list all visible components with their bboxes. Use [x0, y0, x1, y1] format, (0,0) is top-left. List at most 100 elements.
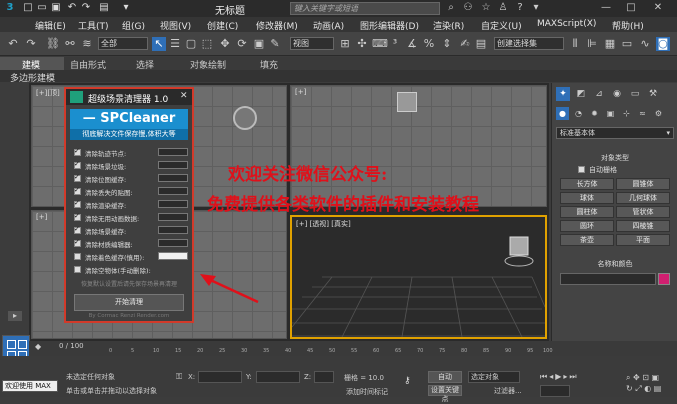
menu-help[interactable]: 帮助(H) [612, 19, 644, 32]
pivot-center-icon[interactable]: ⊞ [338, 37, 352, 51]
option-checkbox[interactable] [74, 238, 81, 247]
selection-filter-select[interactable]: 全部 [98, 37, 148, 50]
ribbon-toggle-icon[interactable]: ▭ [620, 37, 634, 51]
app-logo-icon[interactable]: 3 [4, 2, 16, 14]
menu-views[interactable]: 视图(V) [160, 19, 191, 32]
option-field[interactable] [158, 187, 188, 195]
pyramid-button[interactable]: 四棱锥 [616, 220, 670, 232]
redo-icon[interactable]: ↷ [24, 37, 38, 51]
option-field[interactable] [158, 239, 188, 247]
edit-named-selection-icon[interactable]: ✍ [458, 37, 472, 51]
unlink-icon[interactable]: ⚯ [63, 37, 77, 51]
menu-group[interactable]: 组(G) [122, 19, 145, 32]
menu-animation[interactable]: 动画(A) [313, 19, 344, 32]
bind-spacewarp-icon[interactable]: ≋ [80, 37, 94, 51]
menu-edit[interactable]: 编辑(E) [35, 19, 66, 32]
option-checkbox[interactable] [74, 147, 81, 156]
key-icon[interactable]: ⚷ [404, 376, 422, 386]
viewport-front-label[interactable]: [+] [295, 88, 306, 96]
close-icon[interactable]: ✕ [652, 2, 664, 14]
helpers-icon[interactable]: ⊹ [620, 107, 633, 120]
layer-explorer-icon[interactable]: ▦ [603, 37, 617, 51]
cameras-icon[interactable]: ▣ [604, 107, 617, 120]
auto-key-button[interactable]: 自动 [428, 371, 462, 383]
angle-snap-icon[interactable]: ∡ [405, 37, 419, 51]
option-row[interactable]: 清除轨迹节点: [74, 147, 192, 158]
option-field[interactable] [158, 213, 188, 221]
align-icon[interactable]: ⊫ [585, 37, 599, 51]
option-checkbox[interactable] [74, 212, 81, 221]
option-field[interactable] [158, 161, 188, 169]
select-scale-icon[interactable]: ▣ [252, 37, 266, 51]
open-folder-icon[interactable]: ▭ [36, 2, 48, 14]
window-crossing-icon[interactable]: ⬚ [200, 37, 214, 51]
name-color-title[interactable]: 名称和颜色 [558, 259, 672, 269]
start-clean-button[interactable]: 开始清理 [74, 294, 184, 311]
mirror-icon[interactable]: ⫴ [568, 37, 582, 51]
placement-icon[interactable]: ✎ [268, 37, 282, 51]
cone-button[interactable]: 圆锥体 [616, 178, 670, 190]
current-frame-field[interactable] [540, 385, 570, 397]
option-checkbox[interactable] [74, 253, 81, 260]
project-folder-icon[interactable]: ▤ [98, 2, 110, 14]
add-time-tag[interactable]: 添加时间标记 [346, 387, 388, 397]
sphere-button[interactable]: 球体 [560, 192, 614, 204]
option-row[interactable]: 清除位图缓存: [74, 173, 192, 184]
option-checkbox[interactable] [74, 266, 81, 273]
create-tab-icon[interactable]: ✦ [556, 87, 570, 101]
object-name-input[interactable] [560, 273, 656, 285]
redo-icon[interactable]: ↷ [80, 2, 92, 14]
category-select[interactable]: 标准基本体 ▾ [556, 127, 674, 139]
option-checkbox[interactable] [74, 225, 81, 234]
time-slider-handle-icon[interactable]: ◆ [35, 342, 45, 354]
select-move-icon[interactable]: ✥ [218, 37, 232, 51]
menu-tools[interactable]: 工具(T) [78, 19, 109, 32]
menu-modifiers[interactable]: 修改器(M) [256, 19, 298, 32]
option-field[interactable] [158, 200, 188, 208]
option-row[interactable]: 清除材质编辑器: [74, 238, 192, 249]
link-icon[interactable]: ⛓ [46, 37, 60, 51]
save-icon[interactable]: ▣ [50, 2, 62, 14]
torus-button[interactable]: 圆环 [560, 220, 614, 232]
option-row[interactable]: 清除空物体(手动删除): [74, 264, 192, 275]
percent-snap-icon[interactable]: % [422, 37, 436, 51]
close-icon[interactable]: ✕ [180, 91, 188, 101]
option-row[interactable]: 清除场景垃圾: [74, 160, 192, 171]
utilities-tab-icon[interactable]: ⚒ [646, 87, 660, 101]
option-row[interactable]: 清除场景缓存: [74, 225, 192, 236]
material-editor-icon[interactable]: ◙ [656, 37, 670, 51]
x-coordinate-field[interactable] [198, 371, 242, 383]
star-icon[interactable]: ☆ [480, 2, 492, 14]
expand-arrow-icon[interactable]: ▸ [8, 311, 22, 321]
geometry-icon[interactable]: ● [556, 107, 569, 120]
frame-range-label[interactable]: 0 / 100 [59, 342, 84, 350]
select-by-name-icon[interactable]: ☰ [168, 37, 182, 51]
viewport-navigation-controls[interactable]: ⌕ ✥ ⊡ ▣ ↻ ⤢ ◐ ▤ [626, 372, 676, 396]
spacewarps-icon[interactable]: ≈ [636, 107, 649, 120]
new-file-icon[interactable]: □ [22, 2, 34, 14]
snap-toggle-icon[interactable]: ³ [388, 37, 402, 51]
select-manipulate-icon[interactable]: ✣ [355, 37, 369, 51]
z-coordinate-field[interactable] [314, 371, 334, 383]
selected-object-select[interactable]: 选定对象 [468, 371, 520, 383]
cylinder-button[interactable]: 圆柱体 [560, 206, 614, 218]
help-icon[interactable]: ? [514, 2, 526, 14]
object-type-title[interactable]: 对象类型 [558, 153, 672, 163]
systems-icon[interactable]: ⚙ [652, 107, 665, 120]
option-checkbox[interactable] [74, 173, 81, 182]
playback-controls[interactable]: ⏮◂▶▸⏭ [540, 372, 620, 384]
menu-create[interactable]: 创建(C) [207, 19, 238, 32]
box-button[interactable]: 长方体 [560, 178, 614, 190]
display-tab-icon[interactable]: ▭ [628, 87, 642, 101]
undo-icon[interactable]: ↶ [66, 2, 78, 14]
key-filters-button[interactable]: 过滤器... [494, 386, 522, 396]
modify-tab-icon[interactable]: ◩ [574, 87, 588, 101]
timeline[interactable]: ◆ 0 / 100 0 5 10 15 20 25 30 35 40 45 50… [29, 341, 677, 356]
search-icon[interactable]: ⌕ [445, 2, 457, 14]
option-checkbox[interactable] [74, 199, 81, 208]
select-object-icon[interactable]: ↖ [152, 37, 166, 51]
select-rotate-icon[interactable]: ⟳ [235, 37, 249, 51]
teapot-button[interactable]: 茶壶 [560, 234, 614, 246]
autogrid-checkbox[interactable] [578, 166, 585, 173]
object-color-swatch[interactable] [658, 273, 670, 285]
